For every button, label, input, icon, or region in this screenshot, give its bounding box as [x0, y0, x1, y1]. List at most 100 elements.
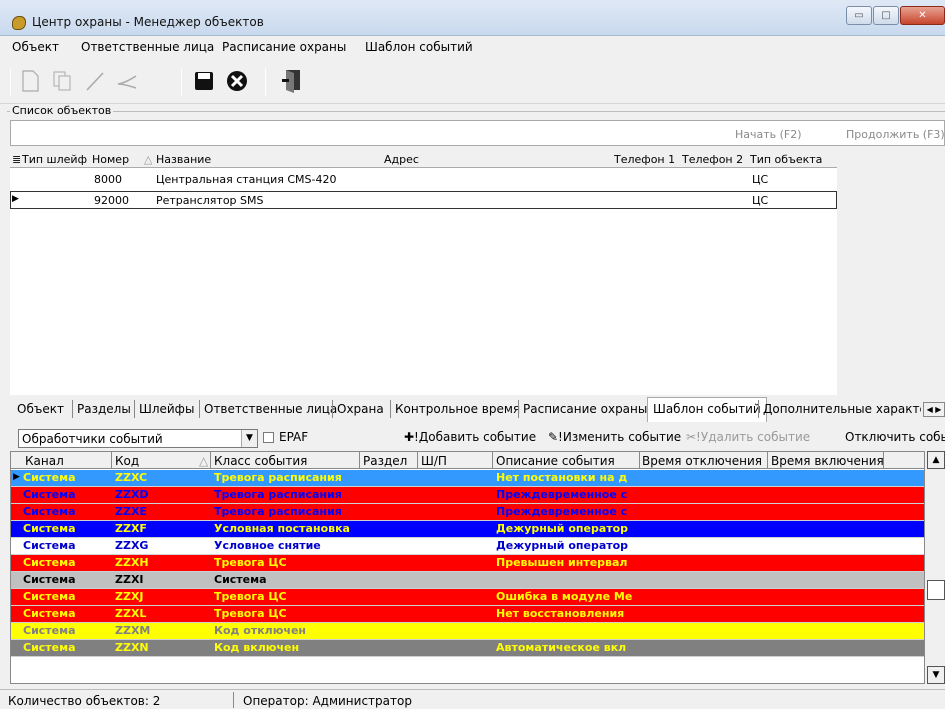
edit-event-label: Изменить событие [562, 430, 682, 444]
copy-icon[interactable] [47, 66, 77, 96]
cell-event-class: Тревога ЦС [214, 556, 287, 569]
table-row[interactable]: 8000 Центральная станция CMS-420 ЦС [10, 171, 837, 189]
col-phone1[interactable]: Телефон 1 [614, 153, 682, 166]
add-event-button[interactable]: ✚!Добавить событие [404, 430, 536, 444]
cell-event-class: Условное снятие [214, 539, 321, 552]
table-row[interactable]: Система ZZXH Тревога ЦС Превышен интервал [11, 555, 924, 572]
cell-event-class: Тревога расписания [214, 505, 342, 518]
scroll-thumb[interactable] [927, 580, 945, 600]
table-row[interactable]: Система ZZXM Код отключен [11, 623, 924, 640]
start-search-button[interactable]: Начать (F2) [735, 128, 802, 141]
edit-event-button[interactable]: ✎!Изменить событие [548, 430, 681, 444]
cell-code: ZZXF [115, 522, 147, 535]
toolbar-separator [181, 68, 182, 96]
cell-code: ZZXE [115, 505, 147, 518]
col-enable-time[interactable]: Время включения [771, 454, 883, 468]
exit-icon[interactable] [276, 66, 306, 96]
vertical-scrollbar[interactable]: ▲ ▼ [927, 451, 945, 684]
table-row[interactable]: Система ZZXL Тревога ЦС Нет восстановления [11, 606, 924, 623]
events-toolbar: Обработчики событий ▼ EPAF ✚!Добавить со… [10, 424, 945, 450]
cell-code: ZZXJ [115, 590, 144, 603]
handler-select[interactable]: Обработчики событий ▼ [18, 429, 258, 448]
menu-object[interactable]: Объект [12, 40, 59, 54]
col-phone2[interactable]: Телефон 2 [682, 153, 750, 166]
cell-number: 8000 [94, 173, 122, 186]
column-divider [111, 452, 112, 469]
col-event-class[interactable]: Класс события [214, 454, 349, 468]
save-icon[interactable] [189, 66, 219, 96]
tab-schedule[interactable]: Расписание охраны [523, 402, 647, 416]
disable-event-button[interactable]: Отключить событ [845, 430, 945, 444]
cell-code: ZZXD [115, 488, 149, 501]
cell-event-class: Тревога расписания [214, 471, 342, 484]
tab-scroll-arrows[interactable]: ◀ ▶ [923, 402, 945, 417]
search-input[interactable] [10, 120, 945, 146]
column-divider [417, 452, 418, 469]
cell-channel: Система [23, 573, 76, 586]
tab-sections[interactable]: Разделы [77, 402, 131, 416]
table-row[interactable]: Система ZZXD Тревога расписания Преждевреме… [11, 487, 924, 504]
tab-responsible[interactable]: Ответственные лица [204, 402, 337, 416]
table-row[interactable]: Система ZZXN Код включен Автоматическое вкл [11, 640, 924, 657]
close-button[interactable]: ✕ [900, 6, 945, 25]
col-description[interactable]: Описание события [496, 454, 636, 468]
cancel-icon[interactable] [222, 66, 252, 96]
col-address[interactable]: Адрес [384, 153, 594, 166]
status-divider [233, 692, 234, 708]
column-chooser-icon[interactable]: ≣ [12, 153, 22, 166]
col-object-type[interactable]: Тип объекта [750, 153, 837, 166]
cell-description: Превышен интервал [496, 556, 628, 569]
toolbar-separator [10, 68, 11, 96]
epaf-checkbox[interactable] [263, 432, 274, 443]
scroll-down-icon[interactable]: ▼ [927, 666, 945, 684]
scroll-up-icon[interactable]: ▲ [927, 451, 945, 469]
cell-name: Центральная станция CMS-420 [156, 173, 337, 186]
col-channel[interactable]: Канал [25, 454, 109, 468]
menu-schedule[interactable]: Расписание охраны [222, 40, 346, 54]
edit-icon[interactable] [80, 66, 110, 96]
menu-responsible[interactable]: Ответственные лица [81, 40, 214, 54]
tab-loops[interactable]: Шлейфы [139, 402, 194, 416]
new-icon[interactable] [15, 66, 45, 96]
minimize-button[interactable]: ▭ [846, 6, 872, 25]
table-row[interactable]: Система ZZXI Система [11, 572, 924, 589]
col-name[interactable]: Название [156, 153, 376, 166]
cell-description: Автоматическое вкл [496, 641, 627, 654]
table-row[interactable]: Система ZZXC Тревога расписания Нет постано… [11, 470, 924, 487]
table-row[interactable]: Система ZZXE Тревога расписания Преждевреме… [11, 504, 924, 521]
delete-event-button[interactable]: ✂!Удалить событие [686, 430, 810, 444]
cell-code: ZZXL [115, 607, 147, 620]
tab-event-template[interactable]: Шаблон событий [647, 397, 767, 422]
column-divider [492, 452, 493, 469]
operator-label: Оператор: Администратор [243, 694, 412, 708]
tab-extra[interactable]: Дополнительные характе [763, 402, 921, 416]
tab-control-time[interactable]: Контрольное время [395, 402, 520, 416]
menu-event-template[interactable]: Шаблон событий [365, 40, 473, 54]
cut-icon[interactable] [112, 66, 142, 96]
table-row[interactable]: ▶ 92000 Ретранслятор SMS ЦС [10, 191, 837, 209]
cell-object-type: ЦС [752, 173, 769, 186]
table-row[interactable]: Система ZZXG Условное снятие Дежурный опера… [11, 538, 924, 555]
col-disable-time[interactable]: Время отключения [642, 454, 766, 468]
cell-code: ZZXH [115, 556, 149, 569]
column-divider [210, 452, 211, 469]
chevron-down-icon[interactable]: ▼ [241, 430, 257, 447]
col-loop-type[interactable]: Тип шлейф [22, 153, 90, 166]
cell-event-class: Код включен [214, 641, 300, 654]
table-row[interactable]: Система ZZXJ Тревога ЦС Ошибка в модуле Ме [11, 589, 924, 606]
col-loop[interactable]: Ш/П [421, 454, 489, 468]
tab-object[interactable]: Объект [17, 402, 64, 416]
col-section[interactable]: Раздел [363, 454, 415, 468]
maximize-button[interactable]: □ [873, 6, 899, 25]
continue-search-button[interactable]: Продолжить (F3) [846, 128, 945, 141]
sort-asc-icon: △ [144, 153, 152, 166]
cell-channel: Система [23, 556, 76, 569]
tab-guard[interactable]: Охрана [337, 402, 384, 416]
col-code[interactable]: Код [115, 454, 191, 468]
object-count: Количество объектов: 2 [8, 694, 161, 708]
cell-description: Дежурный оператор [496, 539, 629, 552]
app-icon [12, 16, 26, 30]
table-row[interactable]: Система ZZXF Условная постановка Дежурный о… [11, 521, 924, 538]
col-number[interactable]: Номер [92, 153, 142, 166]
sort-asc-icon: △ [199, 454, 209, 468]
